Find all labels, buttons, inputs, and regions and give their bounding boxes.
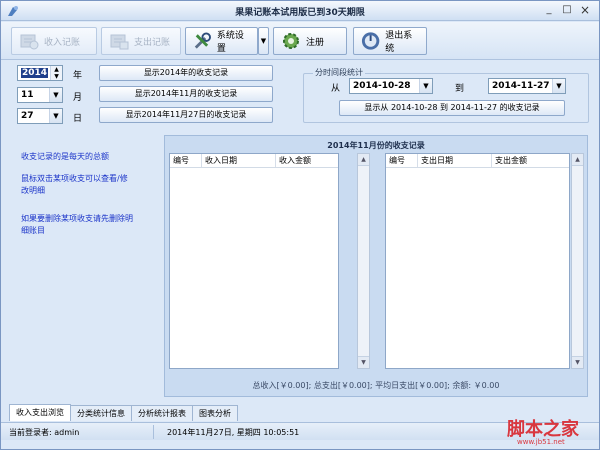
system-settings-button[interactable]: 系统设置: [185, 27, 258, 55]
status-divider: [153, 425, 154, 439]
income-scrollbar[interactable]: ▲ ▼: [357, 153, 370, 369]
expense-table-header: 编号 支出日期 支出金额: [386, 154, 569, 168]
tab-analysis-report[interactable]: 分析统计报表: [131, 405, 193, 421]
income-table[interactable]: 编号 收入日期 收入金额: [169, 153, 339, 369]
exit-system-label: 退出系统: [385, 31, 413, 54]
month-unit: 月: [73, 93, 83, 103]
title-bar[interactable]: 果果记账本试用版已到30天期限 _ □ ×: [1, 1, 599, 21]
show-period-records-button[interactable]: 显示从 2014-10-28 到 2014-11-27 的收支记录: [339, 100, 565, 116]
year-unit: 年: [73, 71, 83, 81]
app-window: 果果记账本试用版已到30天期限 _ □ × 收入记账 支出记账 系统设置 ▼ 注…: [0, 0, 600, 450]
income-record-button[interactable]: 收入记账: [11, 27, 97, 55]
day-select[interactable]: 27 ▼: [17, 108, 63, 124]
panel-title: 2014年11月份的收支记录: [327, 141, 425, 150]
from-date-value: 2014-10-28: [353, 81, 411, 91]
tip-daily-total: 收支记录的是每天的总额: [21, 152, 109, 161]
income-col-id[interactable]: 编号: [170, 154, 202, 167]
gear-icon: [283, 33, 299, 49]
day-unit: 日: [73, 114, 83, 124]
tip-double-click: 鼠标双击某项收支可以查看/修 改明细: [21, 173, 128, 197]
to-label: 到: [455, 84, 465, 94]
tip-double-click-line2: 改明细: [21, 186, 45, 195]
year-spinner[interactable]: 2014 ▲ ▼: [17, 65, 63, 81]
tip-delete: 如果要删除某项收支请先删除明 细账目: [21, 213, 133, 237]
from-date-picker[interactable]: 2014-10-28 ▼: [349, 78, 433, 94]
maximize-button[interactable]: □: [559, 4, 575, 17]
tip-double-click-line1: 鼠标双击某项收支可以查看/修: [21, 174, 128, 183]
chevron-down-icon[interactable]: ▼: [49, 109, 62, 123]
records-panel: 2014年11月份的收支记录 编号 收入日期 收入金额 ▲ ▼ 编号 支出日期 …: [164, 135, 588, 397]
show-month-records-button[interactable]: 显示2014年11月的收支记录: [99, 86, 273, 102]
scroll-down-icon[interactable]: ▼: [572, 356, 583, 368]
show-day-records-button[interactable]: 显示2014年11月27日的收支记录: [99, 107, 273, 123]
tools-icon: [194, 32, 211, 49]
scroll-down-icon[interactable]: ▼: [358, 356, 369, 368]
expense-table[interactable]: 编号 支出日期 支出金额: [385, 153, 570, 369]
toolbar: 收入记账 支出记账 系统设置 ▼ 注册 退出系统: [1, 22, 599, 60]
watermark-url: www.jb51.net: [517, 438, 565, 446]
spinner-arrows-icon[interactable]: ▲ ▼: [50, 66, 62, 80]
expense-record-button[interactable]: 支出记账: [101, 27, 181, 55]
tab-chart-analysis[interactable]: 图表分析: [192, 405, 238, 421]
expense-scrollbar[interactable]: ▲ ▼: [571, 153, 584, 369]
chevron-down-icon[interactable]: ▼: [49, 88, 62, 102]
datetime-status: 2014年11月27日, 星期四 10:05:51: [167, 428, 300, 437]
exit-system-button[interactable]: 退出系统: [353, 27, 427, 55]
system-settings-label: 系统设置: [216, 31, 244, 54]
income-col-date[interactable]: 收入日期: [202, 154, 276, 167]
from-label: 从: [331, 84, 341, 94]
expense-col-date[interactable]: 支出日期: [418, 154, 492, 167]
scroll-up-icon[interactable]: ▲: [572, 154, 583, 166]
show-year-records-button[interactable]: 显示2014年的收支记录: [99, 65, 273, 81]
chevron-down-icon[interactable]: ▼: [552, 79, 565, 93]
year-value: 2014: [21, 68, 49, 78]
income-record-label: 收入记账: [44, 37, 81, 48]
close-button[interactable]: ×: [577, 4, 593, 17]
tab-category-stats[interactable]: 分类统计信息: [70, 405, 132, 421]
settings-dropdown-arrow[interactable]: ▼: [258, 27, 269, 55]
to-date-value: 2014-11-27: [492, 81, 550, 91]
income-table-header: 编号 收入日期 收入金额: [170, 154, 338, 168]
day-value: 27: [21, 111, 34, 121]
month-select[interactable]: 11 ▼: [17, 87, 63, 103]
month-value: 11: [21, 90, 34, 100]
register-label: 注册: [306, 37, 325, 48]
power-icon: [361, 32, 380, 50]
chevron-down-icon[interactable]: ▼: [419, 79, 432, 93]
totals-summary: 总收入[￥0.00]; 总支出[￥0.00]; 平均日支出[￥0.00]; 余额…: [252, 381, 500, 390]
period-group-legend: 分时间段统计: [313, 67, 365, 78]
tip-delete-line2: 细账目: [21, 226, 45, 235]
window-title: 果果记账本试用版已到30天期限: [235, 8, 365, 18]
current-user-status: 当前登录者: admin: [9, 428, 80, 437]
expense-col-amount[interactable]: 支出金额: [492, 154, 571, 167]
income-icon: [20, 34, 39, 50]
expense-col-id[interactable]: 编号: [386, 154, 418, 167]
to-date-picker[interactable]: 2014-11-27 ▼: [488, 78, 566, 94]
minimize-button[interactable]: _: [541, 4, 557, 17]
tip-delete-line1: 如果要删除某项收支请先删除明: [21, 214, 133, 223]
register-button[interactable]: 注册: [273, 27, 347, 55]
bottom-tabs: 收入支出浏览 分类统计信息 分析统计报表 图表分析: [9, 404, 238, 421]
expense-record-label: 支出记账: [134, 37, 171, 48]
scroll-up-icon[interactable]: ▲: [358, 154, 369, 166]
expense-icon: [110, 34, 129, 50]
income-col-amount[interactable]: 收入金额: [276, 154, 340, 167]
tab-income-expense-browse[interactable]: 收入支出浏览: [9, 404, 71, 421]
